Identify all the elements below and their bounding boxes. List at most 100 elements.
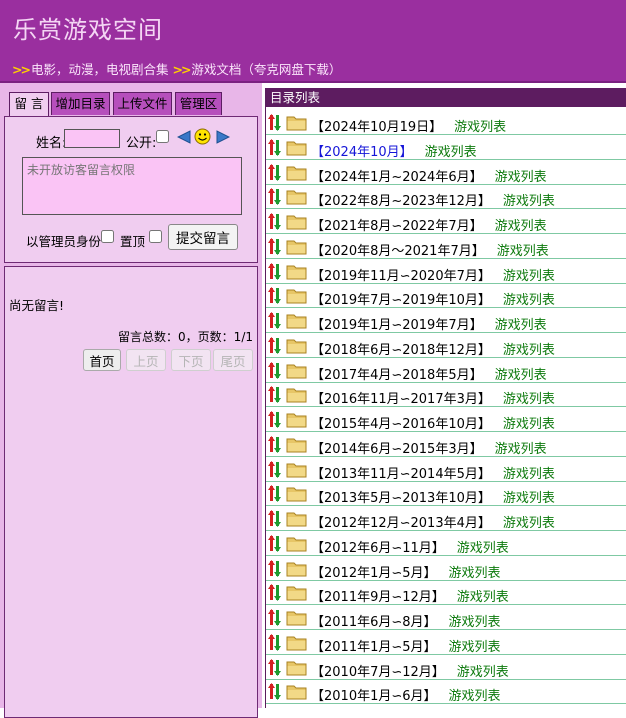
directory-title[interactable]: 【2017年4月∽2018年5月】 [311, 368, 483, 383]
directory-title[interactable]: 【2013年11月∽2014年5月】 [311, 467, 491, 482]
sort-arrows-icon[interactable] [268, 237, 284, 255]
game-list-link[interactable]: 游戏列表 [449, 566, 501, 581]
game-list-link[interactable]: 游戏列表 [449, 615, 501, 630]
folder-icon[interactable] [286, 609, 307, 626]
message-textarea[interactable] [22, 157, 242, 215]
game-list-link[interactable]: 游戏列表 [503, 417, 555, 432]
folder-icon[interactable] [286, 485, 307, 502]
sort-arrows-icon[interactable] [268, 188, 284, 206]
game-list-link[interactable]: 游戏列表 [495, 442, 547, 457]
sort-arrows-icon[interactable] [268, 534, 284, 552]
game-list-link[interactable]: 游戏列表 [425, 145, 477, 160]
sort-arrows-icon[interactable] [268, 213, 284, 230]
sort-arrows-icon[interactable] [268, 312, 284, 329]
game-list-link[interactable]: 游戏列表 [503, 269, 555, 284]
game-list-link[interactable]: 游戏列表 [503, 467, 555, 482]
game-list-link[interactable]: 游戏列表 [495, 219, 547, 234]
smiley-icon[interactable] [194, 128, 211, 145]
sort-arrows-icon[interactable] [268, 386, 284, 404]
game-list-link[interactable]: 游戏列表 [449, 640, 501, 655]
sort-arrows-icon[interactable] [268, 510, 284, 527]
folder-icon[interactable] [286, 139, 307, 156]
admin-identity-checkbox[interactable] [101, 230, 114, 243]
folder-icon[interactable] [286, 659, 307, 676]
tab-upload-file[interactable]: 上传文件 [113, 92, 172, 115]
folder-icon[interactable] [286, 164, 307, 181]
folder-icon[interactable] [286, 584, 307, 601]
directory-title[interactable]: 【2022年8月~2023年12月】 [311, 194, 491, 209]
game-list-link[interactable]: 游戏列表 [495, 170, 547, 185]
directory-title[interactable]: 【2015年4月∽2016年10月】 [311, 417, 491, 432]
nav-link-movies[interactable]: 电影，动漫，电视剧合集 [31, 62, 169, 77]
sort-arrows-icon[interactable] [268, 336, 284, 354]
folder-icon[interactable] [286, 114, 307, 131]
submit-message-button[interactable]: 提交留言 [168, 224, 238, 250]
sort-arrows-icon[interactable] [268, 683, 284, 701]
directory-title[interactable]: 【2014年6月∽2015年3月】 [311, 442, 483, 457]
sort-arrows-icon[interactable] [268, 138, 284, 156]
directory-title[interactable]: 【2012年12月∽2013年4月】 [311, 516, 491, 531]
directory-title[interactable]: 【2016年11月∽2017年3月】 [311, 392, 491, 407]
prev-page-button[interactable]: 上页 [126, 349, 166, 371]
directory-title[interactable]: 【2010年1月∽6月】 [311, 689, 437, 704]
folder-icon[interactable] [286, 362, 307, 379]
game-list-link[interactable]: 游戏列表 [503, 293, 555, 308]
folder-icon[interactable] [286, 436, 307, 453]
sort-arrows-icon[interactable] [268, 114, 284, 131]
pin-top-checkbox[interactable] [149, 230, 162, 243]
sort-arrows-icon[interactable] [268, 658, 284, 676]
tab-guestbook[interactable]: 留 言 [9, 92, 49, 118]
sort-arrows-icon[interactable] [268, 262, 284, 280]
tab-add-directory[interactable]: 增加目录 [51, 92, 110, 115]
game-list-link[interactable]: 游戏列表 [503, 194, 555, 209]
folder-icon[interactable] [286, 287, 307, 304]
game-list-link[interactable]: 游戏列表 [457, 590, 509, 605]
last-page-button[interactable]: 尾页 [213, 349, 253, 371]
directory-title[interactable]: 【2010年7月∽12月】 [311, 665, 445, 680]
folder-icon[interactable] [286, 386, 307, 403]
game-list-link[interactable]: 游戏列表 [454, 120, 506, 135]
directory-title[interactable]: 【2024年10月19日】 [311, 120, 442, 135]
game-list-link[interactable]: 游戏列表 [503, 491, 555, 506]
directory-title[interactable]: 【2013年5月∽2013年10月】 [311, 491, 491, 506]
next-arrow-icon[interactable] [216, 130, 230, 144]
directory-title[interactable]: 【2024年1月~2024年6月】 [311, 170, 483, 185]
sort-arrows-icon[interactable] [268, 584, 284, 602]
game-list-link[interactable]: 游戏列表 [457, 541, 509, 556]
directory-title[interactable]: 【2019年1月∽2019年7月】 [311, 318, 483, 333]
folder-icon[interactable] [286, 312, 307, 329]
game-list-link[interactable]: 游戏列表 [503, 343, 555, 358]
folder-icon[interactable] [286, 683, 307, 700]
tab-admin[interactable]: 管理区 [175, 92, 222, 115]
folder-icon[interactable] [286, 263, 307, 280]
folder-icon[interactable] [286, 238, 307, 255]
folder-icon[interactable] [286, 337, 307, 354]
first-page-button[interactable]: 首页 [83, 349, 121, 371]
folder-icon[interactable] [286, 535, 307, 552]
game-list-link[interactable]: 游戏列表 [449, 689, 501, 704]
directory-title[interactable]: 【2011年9月∽12月】 [311, 590, 445, 605]
game-list-link[interactable]: 游戏列表 [495, 318, 547, 333]
directory-title[interactable]: 【2019年7月∽2019年10月】 [311, 293, 491, 308]
directory-title[interactable]: 【2012年6月∽11月】 [311, 541, 445, 556]
prev-arrow-icon[interactable] [177, 130, 191, 144]
sort-arrows-icon[interactable] [268, 287, 284, 305]
folder-icon[interactable] [286, 461, 307, 478]
directory-title[interactable]: 【2019年11月∽2020年7月】 [311, 269, 491, 284]
sort-arrows-icon[interactable] [268, 633, 284, 651]
game-list-link[interactable]: 游戏列表 [497, 244, 549, 259]
game-list-link[interactable]: 游戏列表 [495, 368, 547, 383]
directory-title[interactable]: 【2020年8月～2021年7月】 [311, 244, 485, 259]
folder-icon[interactable] [286, 213, 307, 230]
directory-title[interactable]: 【2011年6月∽8月】 [311, 615, 437, 630]
directory-title[interactable]: 【2021年8月∽2022年7月】 [311, 219, 483, 234]
public-checkbox[interactable] [156, 130, 169, 143]
sort-arrows-icon[interactable] [268, 485, 284, 503]
folder-icon[interactable] [286, 411, 307, 428]
directory-title[interactable]: 【2024年10月】 [311, 145, 413, 160]
directory-title[interactable]: 【2011年1月∽5月】 [311, 640, 437, 655]
next-page-button[interactable]: 下页 [171, 349, 211, 371]
game-list-link[interactable]: 游戏列表 [503, 516, 555, 531]
name-input[interactable] [64, 129, 120, 148]
sort-arrows-icon[interactable] [268, 435, 284, 453]
